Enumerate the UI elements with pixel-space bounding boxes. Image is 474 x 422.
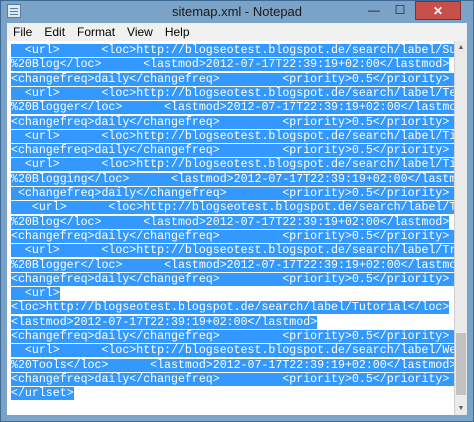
text-line: <changefreq>daily</changefreq> <priority…	[11, 372, 454, 387]
text-line: %20Blog</loc> <lastmod>2012-07-17T22:39:…	[11, 215, 450, 230]
vertical-scrollbar[interactable]: ▲ ▼	[454, 41, 467, 415]
selected-text: <loc>http://blogseotest.blogspot.de/sear…	[11, 301, 450, 315]
selected-text: <url> <loc>http://blogseotest.blogspot.d…	[11, 158, 454, 172]
text-line: <url> <loc>http://blogseotest.blogspot.d…	[11, 344, 454, 358]
selected-text: <changefreq>daily</changefreq> <priority…	[11, 272, 454, 286]
selected-text: <changefreq>daily</changefreq> <priority…	[11, 229, 454, 243]
text-line: <url>	[11, 287, 60, 301]
text-editor-area[interactable]: <url> <loc>http://blogseotest.blogspot.d…	[7, 41, 454, 415]
text-line: %20Blog</loc> <lastmod>2012-07-17T22:39:…	[11, 58, 450, 72]
selected-text: %20Blog</loc> <lastmod>2012-07-17T22:39:…	[11, 58, 450, 72]
selected-text: <url> <loc>http://blogseotest.blogspot.d…	[11, 44, 454, 57]
selected-text: <changefreq>daily</changefreq> <priority…	[11, 72, 454, 86]
scroll-down-arrow-icon[interactable]: ▼	[455, 402, 467, 415]
text-line: %20Tools</loc> <lastmod>2012-07-17T22:39…	[11, 358, 454, 373]
text-line: <changefreq>daily</changefreq> <priority…	[11, 144, 454, 158]
selected-text: <url> <loc>http://blogseotest.blogspot.d…	[11, 129, 454, 143]
text-line: %20Blogger</loc> <lastmod>2012-07-17T22:…	[11, 101, 454, 115]
menu-file[interactable]: File	[7, 23, 38, 41]
selected-text: <url> <loc>http://blogseotest.blogspot.d…	[11, 244, 454, 258]
text-line: <changefreq>daily</changefreq> <priority…	[11, 72, 454, 87]
selected-text: <url>	[11, 287, 60, 301]
scroll-up-arrow-icon[interactable]: ▲	[455, 41, 467, 54]
selected-text: <changefreq>daily</changefreq> <priority…	[11, 187, 454, 200]
menu-format[interactable]: Format	[71, 23, 121, 41]
close-button[interactable]: ✕	[415, 1, 461, 20]
text-line: <url> <loc>http://blogseotest.blogspot.d…	[11, 244, 454, 258]
text-line: </urlset>	[11, 387, 74, 401]
title-bar[interactable]: sitemap.xml - Notepad — ☐ ✕	[1, 1, 473, 23]
selected-text: %20Tools</loc> <lastmod>2012-07-17T22:39…	[11, 358, 454, 372]
maximize-button[interactable]: ☐	[387, 1, 413, 20]
selected-text: %20Blog</loc> <lastmod>2012-07-17T22:39:…	[11, 215, 450, 229]
text-line: <changefreq>daily</changefreq> <priority…	[11, 115, 454, 130]
text-line: <url> <loc>http://blogseotest.blogspot.d…	[11, 86, 454, 101]
selected-text: <url> <loc>http://blogseotest.blogspot.d…	[11, 344, 454, 358]
text-line: <changefreq>daily</changefreq> <priority…	[11, 187, 454, 201]
text-line: <url> <loc>http://blogseotest.blogspot.d…	[11, 129, 454, 144]
text-line: <url> <loc>http://blogseotest.blogspot.d…	[11, 201, 454, 215]
selected-text: <url> <loc>http://blogseotest.blogspot.d…	[11, 86, 454, 100]
selected-text: <changefreq>daily</changefreq> <priority…	[11, 372, 454, 386]
scrollbar-thumb[interactable]	[456, 333, 466, 395]
selected-text: <lastmod>2012-07-17T22:39:19+02:00</last…	[11, 315, 318, 329]
menu-help[interactable]: Help	[159, 23, 196, 41]
text-line: <changefreq>daily</changefreq> <priority…	[11, 330, 454, 344]
notepad-window: sitemap.xml - Notepad — ☐ ✕ File Edit Form…	[0, 0, 474, 422]
selected-text: <changefreq>daily</changefreq> <priority…	[11, 144, 454, 158]
text-line: <lastmod>2012-07-17T22:39:19+02:00</last…	[11, 315, 318, 330]
text-line: <loc>http://blogseotest.blogspot.de/sear…	[11, 301, 450, 315]
selected-text: %20Blogging</loc> <lastmod>2012-07-17T22…	[11, 172, 454, 186]
text-line: <url> <loc>http://blogseotest.blogspot.d…	[11, 158, 454, 172]
text-line: <changefreq>daily</changefreq> <priority…	[11, 229, 454, 244]
text-line: %20Blogger</loc> <lastmod>2012-07-17T22:…	[11, 258, 454, 273]
menu-bar: File Edit Format View Help	[7, 23, 467, 41]
text-line: <url> <loc>http://blogseotest.blogspot.d…	[11, 44, 454, 58]
text-line: <changefreq>daily</changefreq> <priority…	[11, 272, 454, 287]
selected-text: <changefreq>daily</changefreq> <priority…	[11, 115, 454, 129]
menu-view[interactable]: View	[121, 23, 159, 41]
selected-text: %20Blogger</loc> <lastmod>2012-07-17T22:…	[11, 101, 454, 115]
text-line: %20Blogging</loc> <lastmod>2012-07-17T22…	[11, 172, 454, 187]
selected-text: <url> <loc>http://blogseotest.blogspot.d…	[11, 201, 454, 215]
minimize-button[interactable]: —	[361, 1, 387, 20]
selected-text: <changefreq>daily</changefreq> <priority…	[11, 330, 454, 343]
selected-text: </urlset>	[11, 387, 74, 401]
selected-text: %20Blogger</loc> <lastmod>2012-07-17T22:…	[11, 258, 454, 272]
menu-edit[interactable]: Edit	[38, 23, 71, 41]
